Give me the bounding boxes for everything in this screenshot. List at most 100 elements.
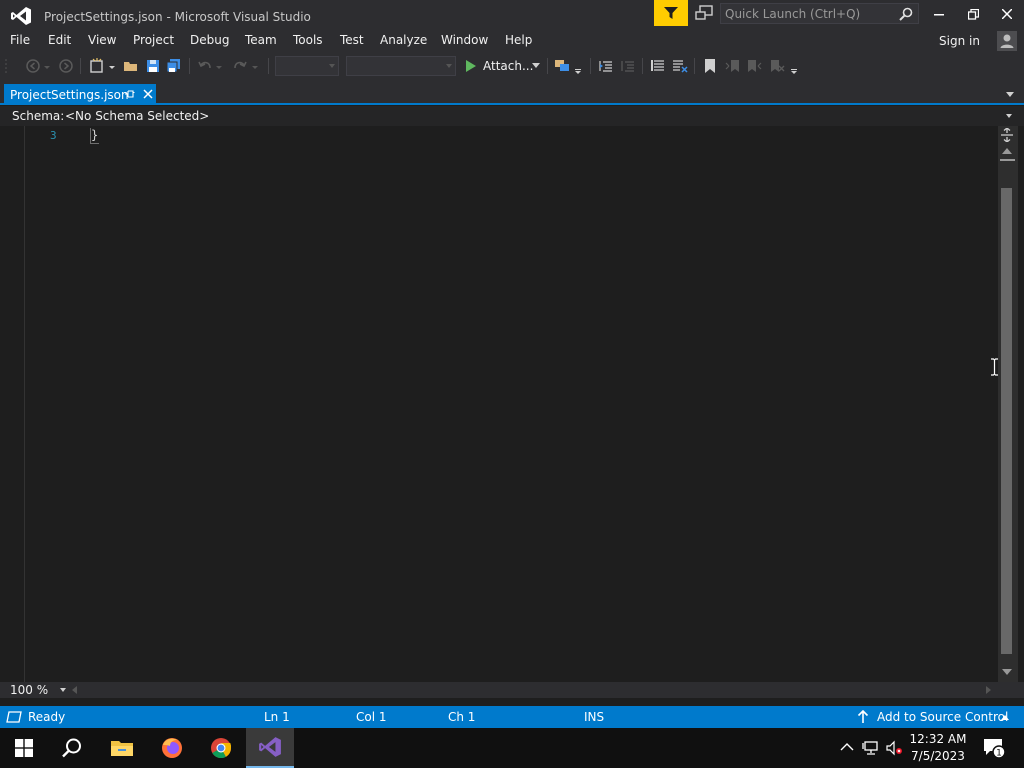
browser-link-dropdown-icon[interactable]: [573, 57, 583, 75]
start-button[interactable]: [0, 728, 48, 768]
restore-icon: [967, 8, 979, 20]
feedback-icon[interactable]: [694, 5, 714, 23]
editor-gutter: [24, 126, 25, 682]
schema-select[interactable]: <No Schema Selected>: [60, 107, 1018, 125]
restore-button[interactable]: [958, 3, 988, 25]
quick-launch-input[interactable]: [725, 5, 895, 22]
pin-icon[interactable]: [124, 88, 136, 100]
menu-analyze[interactable]: Analyze: [380, 33, 427, 47]
new-project-dropdown-icon[interactable]: [107, 57, 117, 75]
volume-muted-icon[interactable]: [885, 739, 903, 757]
action-center-icon[interactable]: 1: [982, 737, 1006, 759]
sign-in-link[interactable]: Sign in: [939, 34, 980, 48]
chevron-up-icon[interactable]: [1001, 715, 1009, 720]
visual-studio-icon: [259, 737, 281, 757]
vertical-scrollbar[interactable]: [998, 126, 1018, 682]
menu-bar: File Edit View Project Debug Team Tools …: [0, 31, 1024, 52]
open-file-icon[interactable]: [122, 57, 140, 75]
toolbar-separator: [547, 58, 548, 74]
undo-icon[interactable]: [196, 57, 214, 75]
search-icon[interactable]: [898, 6, 914, 22]
output-window-icon[interactable]: [6, 710, 22, 724]
menu-view[interactable]: View: [88, 33, 116, 47]
code-line[interactable]: }: [91, 128, 98, 142]
chevron-down-icon: [60, 688, 66, 692]
previous-bookmark-icon[interactable]: [724, 57, 742, 75]
scroll-up-icon[interactable]: [1002, 148, 1012, 154]
toolbar-separator: [268, 58, 269, 74]
taskbar-clock[interactable]: 12:32 AM 7/5/2023: [906, 731, 970, 765]
quick-launch-box[interactable]: [720, 3, 919, 24]
scroll-down-icon[interactable]: [1002, 669, 1012, 675]
solution-platform-combo[interactable]: [346, 56, 456, 76]
menu-team[interactable]: Team: [245, 33, 277, 47]
minimize-button[interactable]: [924, 3, 954, 25]
svg-text:1: 1: [996, 749, 1002, 759]
browser-link-icon[interactable]: [553, 57, 571, 75]
next-bookmark-icon[interactable]: [745, 57, 763, 75]
toolbar-separator: [80, 58, 81, 74]
taskbar-chrome[interactable]: [197, 728, 245, 768]
split-window-icon[interactable]: [1000, 128, 1014, 142]
bookmark-icon[interactable]: [701, 57, 719, 75]
zoom-combo[interactable]: 100 %: [4, 682, 66, 698]
scrollbar-thumb[interactable]: [1001, 188, 1012, 654]
account-icon[interactable]: [997, 31, 1017, 51]
attach-button[interactable]: Attach...: [463, 56, 543, 76]
comment-lines-icon[interactable]: [649, 57, 667, 75]
arrow-up-icon: [857, 710, 869, 723]
navigate-back-icon[interactable]: [24, 57, 42, 75]
status-line: Ln 1: [264, 710, 290, 724]
attach-dropdown-icon[interactable]: [532, 63, 540, 69]
close-tab-icon[interactable]: [142, 88, 154, 100]
toolbar-options-icon[interactable]: [789, 57, 799, 75]
notification-filter-button[interactable]: [654, 0, 688, 26]
network-icon[interactable]: [862, 739, 880, 757]
menu-debug[interactable]: Debug: [190, 33, 229, 47]
scroll-top-marker: [1000, 159, 1015, 161]
uncomment-lines-icon[interactable]: [671, 57, 689, 75]
active-tab-underline: [0, 103, 1024, 105]
scroll-right-icon[interactable]: [986, 686, 991, 694]
redo-icon[interactable]: [231, 57, 249, 75]
taskbar-firefox[interactable]: [148, 728, 196, 768]
indent-increase-icon[interactable]: [619, 57, 637, 75]
code-editor[interactable]: 3 }: [0, 126, 1024, 682]
menu-tools[interactable]: Tools: [293, 33, 323, 47]
zoom-value: 100 %: [10, 683, 49, 697]
save-icon[interactable]: [144, 57, 162, 75]
save-all-icon[interactable]: [165, 57, 183, 75]
taskbar-visual-studio[interactable]: [246, 728, 294, 768]
menu-edit[interactable]: Edit: [48, 33, 71, 47]
tab-project-settings-json[interactable]: ProjectSettings.json: [4, 84, 156, 105]
close-window-button[interactable]: [992, 3, 1022, 25]
redo-dropdown-icon[interactable]: [250, 57, 260, 75]
status-column: Col 1: [356, 710, 387, 724]
clear-bookmarks-icon[interactable]: [768, 57, 786, 75]
navigate-back-dropdown-icon[interactable]: [42, 57, 52, 75]
taskbar-file-explorer[interactable]: [98, 728, 146, 768]
menu-file[interactable]: File: [10, 33, 30, 47]
menu-test[interactable]: Test: [340, 33, 364, 47]
editor-bottom-bar: 100 %: [0, 682, 1024, 698]
firefox-icon: [162, 738, 182, 758]
line-number: 3: [50, 129, 57, 142]
visual-studio-logo-icon: [11, 7, 31, 25]
taskbar-search-button[interactable]: [48, 728, 96, 768]
tab-label: ProjectSettings.json: [10, 88, 129, 102]
chevron-up-icon[interactable]: [838, 739, 856, 757]
scroll-left-icon[interactable]: [72, 686, 77, 694]
new-project-icon[interactable]: [88, 57, 106, 75]
folder-icon: [111, 741, 133, 756]
menu-help[interactable]: Help: [505, 33, 532, 47]
solution-configuration-combo[interactable]: [275, 56, 339, 76]
menu-project[interactable]: Project: [133, 33, 174, 47]
navigate-forward-icon[interactable]: [57, 57, 75, 75]
menu-window[interactable]: Window: [441, 33, 488, 47]
indent-decrease-icon[interactable]: [597, 57, 615, 75]
add-to-source-control-button[interactable]: Add to Source Control: [877, 710, 1008, 724]
clock-time: 12:32 AM: [909, 732, 967, 746]
status-char: Ch 1: [448, 710, 476, 724]
undo-dropdown-icon[interactable]: [214, 57, 224, 75]
tab-list-dropdown-icon[interactable]: [1006, 92, 1014, 97]
